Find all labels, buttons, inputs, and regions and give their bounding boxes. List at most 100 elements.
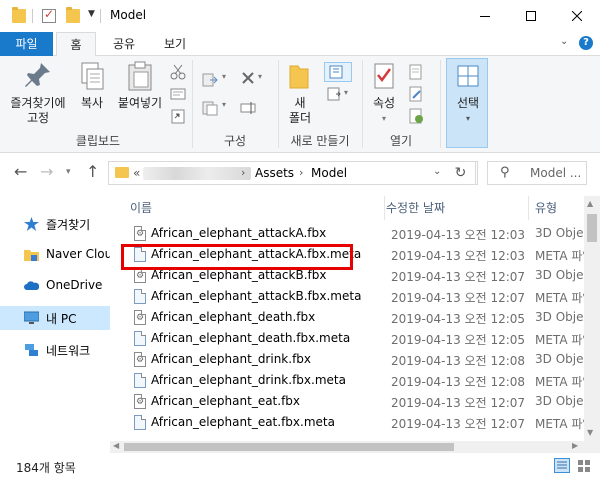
column-header-name[interactable]: 이름 <box>124 196 384 220</box>
scroll-thumb[interactable] <box>124 443 454 451</box>
properties-quick-icon[interactable] <box>42 7 56 23</box>
column-header-date[interactable]: 수정한 날짜 <box>384 196 526 220</box>
column-header-type[interactable]: 유형 <box>528 196 584 220</box>
move-to-icon[interactable] <box>202 72 218 88</box>
copy-to-icon[interactable] <box>202 100 218 116</box>
scroll-right-icon[interactable]: ▶ <box>572 441 578 450</box>
select-dropdown-icon: ▾ <box>465 114 470 123</box>
address-bar[interactable]: « › Assets › Model ⌄ <box>108 161 478 185</box>
easy-access-icon[interactable] <box>326 86 342 102</box>
cut-icon[interactable] <box>170 64 186 80</box>
new-folder-label-1: 새 <box>294 96 306 110</box>
tab-file[interactable]: 파일 <box>0 32 53 56</box>
file-name: African_elephant_attackB.fbx.meta <box>151 289 362 303</box>
address-overflow[interactable]: « <box>133 166 140 180</box>
nav-item-network[interactable]: 네트워크 <box>0 338 110 362</box>
pin-to-quick-access-button[interactable]: 즐겨찾기에 고정 <box>6 60 70 126</box>
breadcrumb-chevron-icon[interactable]: › <box>241 166 245 179</box>
open-icon[interactable] <box>408 64 424 80</box>
ribbon-tabs: 파일 홈 공유 보기 ⌄ <box>0 32 600 57</box>
forward-arrow-icon[interactable]: → <box>40 162 53 181</box>
address-dropdown-icon[interactable]: ⌄ <box>433 166 441 177</box>
back-arrow-icon[interactable]: ← <box>14 162 27 181</box>
fbx-file-icon <box>134 352 146 367</box>
scroll-left-icon[interactable]: ◀ <box>113 441 119 450</box>
file-type: META 파일 <box>535 417 584 431</box>
new-folder-quick-icon[interactable] <box>66 7 80 23</box>
minimize-button[interactable] <box>462 0 508 32</box>
rename-icon[interactable] <box>240 100 256 116</box>
file-modified-date: 2019-04-13 오전 12:07 <box>391 291 526 305</box>
vertical-scrollbar[interactable]: ▲ ▼ <box>584 196 600 441</box>
maximize-button[interactable] <box>508 0 554 32</box>
close-button[interactable] <box>554 0 600 32</box>
quick-access-dropdown-icon[interactable]: ▼ <box>88 9 95 19</box>
new-folder-button[interactable]: 새 폴더 <box>282 60 318 126</box>
new-group-label: 새로 만들기 <box>290 134 350 148</box>
file-type: META 파일 <box>535 333 584 347</box>
help-icon[interactable]: ? <box>579 36 593 50</box>
nav-item-onedrive[interactable]: OneDrive <box>0 274 110 298</box>
easy-access-dropdown-icon[interactable]: ▾ <box>344 88 360 104</box>
scroll-thumb[interactable] <box>587 214 597 242</box>
file-type: 3D Object <box>535 394 584 408</box>
breadcrumb-assets[interactable]: Assets <box>255 166 294 180</box>
move-to-dropdown-icon[interactable]: ▾ <box>222 72 238 88</box>
nav-item-naver-cloud[interactable]: Naver Cloud <box>0 243 110 267</box>
delete-dropdown-icon[interactable]: ▾ <box>258 72 274 88</box>
nav-label: 네트워크 <box>46 344 91 358</box>
divider <box>32 9 33 23</box>
file-type: META 파일 <box>535 375 584 389</box>
file-modified-date: 2019-04-13 오전 12:07 <box>391 417 526 431</box>
paste-button[interactable]: 붙여넣기 <box>114 60 166 111</box>
meta-file-icon <box>134 289 146 304</box>
table-row[interactable]: African_elephant_death.fbx.meta 2019-04-1… <box>110 328 584 349</box>
recent-locations-chevron-icon[interactable]: ▾ <box>66 167 71 177</box>
refresh-icon[interactable]: ↻ <box>446 161 476 185</box>
highlight-annotation <box>121 244 353 270</box>
delete-icon[interactable] <box>240 70 256 86</box>
scroll-up-icon[interactable]: ▲ <box>587 199 593 208</box>
table-row[interactable]: African_elephant_drink.fbx 2019-04-13 오전 … <box>110 349 584 370</box>
large-icons-view-icon[interactable] <box>576 458 592 473</box>
history-icon[interactable] <box>408 108 424 124</box>
edit-icon[interactable] <box>408 86 424 102</box>
properties-icon <box>368 60 400 92</box>
properties-dropdown-icon[interactable]: ▾ <box>366 111 402 126</box>
tab-home[interactable]: 홈 <box>56 32 96 57</box>
divider <box>384 196 385 220</box>
new-item-icon[interactable] <box>324 62 352 82</box>
nav-item-this-pc[interactable]: 내 PC <box>0 306 110 330</box>
table-row[interactable]: African_elephant_death.fbx 2019-04-13 오전 … <box>110 307 584 328</box>
copy-button[interactable]: 복사 <box>74 60 110 111</box>
fbx-file-icon <box>134 226 146 241</box>
copy-path-icon[interactable] <box>170 86 186 102</box>
up-arrow-icon[interactable]: ↑ <box>86 162 99 181</box>
title-bar: ▼ Model <box>0 0 600 32</box>
tab-view[interactable]: 보기 <box>155 32 195 56</box>
properties-button[interactable]: 속성 ▾ <box>366 60 402 126</box>
table-row[interactable]: African_elephant_attackA.fbx 2019-04-13 오… <box>110 223 584 244</box>
table-row[interactable]: African_elephant_eat.fbx.meta 2019-04-13 … <box>110 412 584 433</box>
search-icon: ⚲ <box>500 165 510 180</box>
file-name: African_elephant_death.fbx.meta <box>151 331 351 345</box>
breadcrumb-chevron-icon[interactable]: › <box>299 166 303 179</box>
paste-shortcut-icon[interactable] <box>170 108 186 124</box>
scroll-down-icon[interactable]: ▼ <box>587 428 593 437</box>
properties-label: 속성 <box>372 96 396 110</box>
details-view-icon[interactable] <box>554 458 570 473</box>
nav-item-quick-access[interactable]: 즐겨찾기 <box>0 212 110 236</box>
file-name: African_elephant_death.fbx <box>151 310 316 324</box>
horizontal-scrollbar[interactable]: ◀ ▶ <box>110 441 584 453</box>
divider <box>192 60 193 148</box>
breadcrumb-model[interactable]: Model <box>311 166 347 180</box>
table-row[interactable]: African_elephant_eat.fbx 2019-04-13 오전 12… <box>110 391 584 412</box>
tab-share[interactable]: 공유 <box>104 32 144 56</box>
ribbon-collapse-icon[interactable]: ⌄ <box>560 36 568 47</box>
table-row[interactable]: African_elephant_attackB.fbx.meta 2019-04… <box>110 286 584 307</box>
table-row[interactable]: African_elephant_drink.fbx.meta 2019-04-1… <box>110 370 584 391</box>
search-box[interactable]: ⚲ Model ... <box>487 161 587 185</box>
folder-icon <box>24 248 39 262</box>
copy-to-dropdown-icon[interactable]: ▾ <box>222 100 238 116</box>
new-folder-icon <box>284 60 316 92</box>
